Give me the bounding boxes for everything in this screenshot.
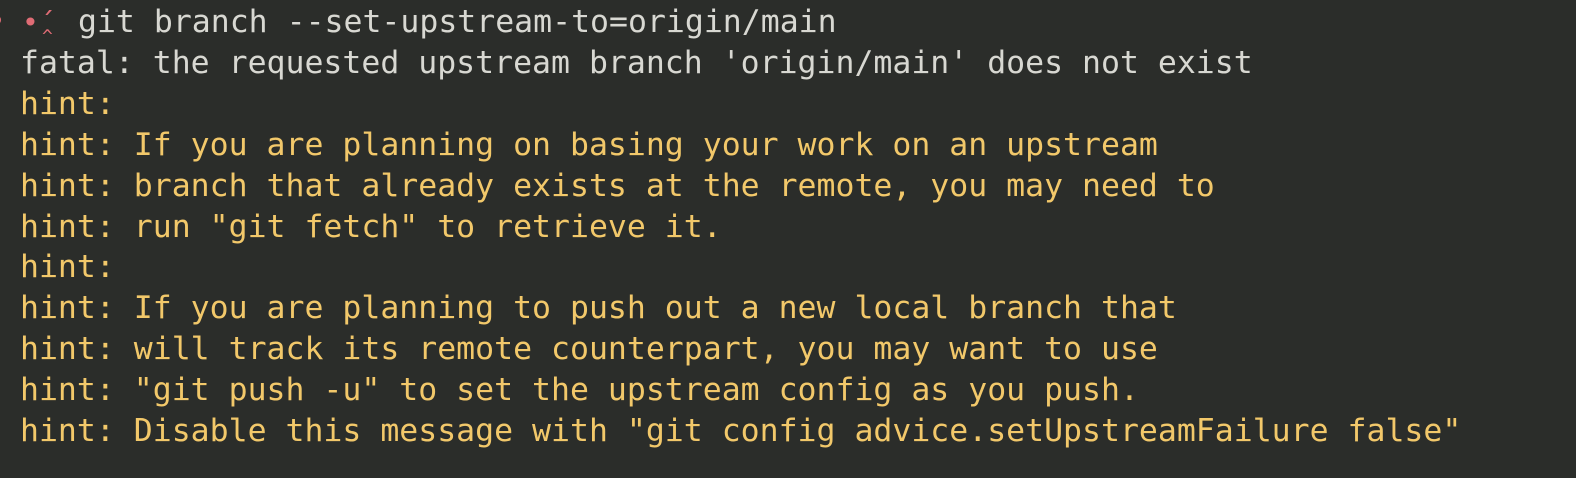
hint-line: hint: Disable this message with "git con…: [20, 413, 1462, 449]
hint-line: hint:: [20, 249, 115, 285]
hint-line: hint: If you are planning to push out a …: [20, 290, 1177, 326]
hint-line: hint: If you are planning on basing your…: [20, 127, 1158, 163]
command-text[interactable]: git branch --set-upstream-to=origin/main: [78, 2, 837, 43]
terminal-window[interactable]: •´ ^ git branch --set-upstream-to=origin…: [0, 0, 1576, 478]
hint-line: hint: branch that already exists at the …: [20, 168, 1215, 204]
hint-line: hint:: [20, 86, 115, 122]
fatal-message: fatal: the requested upstream branch 'or…: [20, 45, 1253, 81]
prompt-line: •´ ^ git branch --set-upstream-to=origin…: [0, 2, 837, 46]
hint-line: hint: run "git fetch" to retrieve it.: [20, 209, 722, 245]
hint-line: hint: "git push -u" to set the upstream …: [20, 372, 1139, 408]
hint-line: hint: will track its remote counterpart,…: [20, 331, 1158, 367]
error-status-icon: [0, 15, 1, 25]
